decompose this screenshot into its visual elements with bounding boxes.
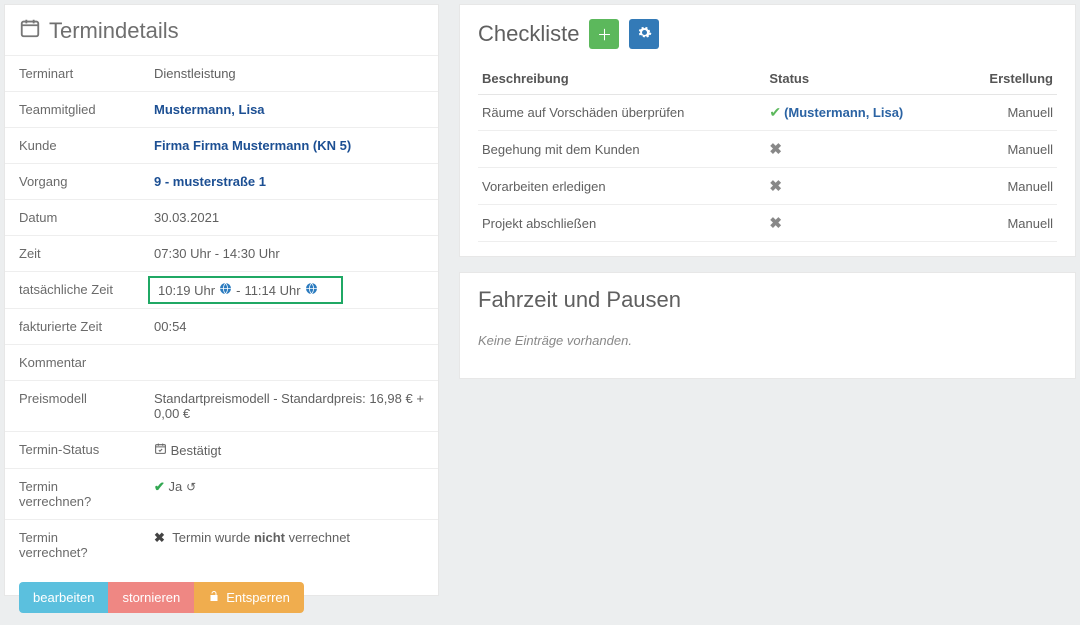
add-checklist-button[interactable]: ＋ bbox=[589, 19, 619, 49]
cl-by-link[interactable]: (Mustermann, Lisa) bbox=[784, 105, 903, 120]
label-vorgang: Vorgang bbox=[5, 164, 140, 200]
cl-desc: Vorarbeiten erledigen bbox=[478, 168, 765, 205]
status-text: Bestätigt bbox=[171, 443, 222, 458]
cl-creation: Manuell bbox=[959, 168, 1057, 205]
unlock-icon bbox=[208, 590, 220, 605]
label-datum: Datum bbox=[5, 200, 140, 236]
cl-desc: Begehung mit dem Kunden bbox=[478, 131, 765, 168]
unlock-button[interactable]: Entsperren bbox=[194, 582, 304, 613]
link-kunde[interactable]: Firma Firma Mustermann (KN 5) bbox=[154, 138, 351, 153]
x-icon: ✖ bbox=[154, 530, 165, 545]
cl-creation: Manuell bbox=[959, 95, 1057, 131]
value-zeit: 07:30 Uhr - 14:30 Uhr bbox=[140, 236, 438, 272]
travel-empty: Keine Einträge vorhanden. bbox=[478, 333, 1057, 348]
appointment-details-panel: Termindetails Terminart Dienstleistung T… bbox=[4, 4, 439, 596]
col-desc: Beschreibung bbox=[478, 63, 765, 95]
x-icon: ✖ bbox=[769, 141, 782, 158]
travel-panel: Fahrzeit und Pausen Keine Einträge vorha… bbox=[459, 272, 1076, 379]
value-verrechnen: ✔ Ja ↻ bbox=[140, 469, 438, 520]
cl-status: ✖ bbox=[765, 205, 959, 242]
label-team: Teammitglied bbox=[5, 92, 140, 128]
gear-icon bbox=[637, 25, 652, 44]
sync-icon[interactable]: ↻ bbox=[186, 480, 196, 494]
panel-title: Termindetails bbox=[5, 5, 438, 55]
label-fzeit: fakturierte Zeit bbox=[5, 309, 140, 345]
col-status: Status bbox=[765, 63, 959, 95]
value-fzeit: 00:54 bbox=[140, 309, 438, 345]
label-zeit: Zeit bbox=[5, 236, 140, 272]
check-icon: ✔ bbox=[154, 479, 165, 494]
edit-button[interactable]: bearbeiten bbox=[19, 582, 108, 613]
verrechnet-prefix: Termin wurde bbox=[172, 530, 254, 545]
value-terminart: Dienstleistung bbox=[140, 56, 438, 92]
travel-title: Fahrzeit und Pausen bbox=[478, 287, 1057, 313]
calendar-check-icon bbox=[154, 443, 171, 458]
cl-status: ✖ bbox=[765, 131, 959, 168]
x-icon: ✖ bbox=[769, 215, 782, 232]
label-tzeit: tatsächliche Zeit bbox=[5, 272, 140, 309]
globe-icon[interactable] bbox=[219, 282, 232, 298]
verrechnet-bold: nicht bbox=[254, 530, 285, 545]
checklist-table: Beschreibung Status Erstellung Räume auf… bbox=[478, 63, 1057, 242]
check-icon: ✔ bbox=[769, 104, 781, 120]
verrechnet-suffix: verrechnet bbox=[285, 530, 350, 545]
verrechnen-text: Ja bbox=[169, 479, 183, 494]
cl-status: ✔(Mustermann, Lisa) bbox=[765, 95, 959, 131]
label-status: Termin-Status bbox=[5, 432, 140, 469]
globe-icon[interactable] bbox=[305, 282, 318, 298]
action-buttons: bearbeiten stornieren Entsperren bbox=[5, 570, 438, 625]
x-icon: ✖ bbox=[769, 178, 782, 195]
label-kommentar: Kommentar bbox=[5, 345, 140, 381]
value-datum: 30.03.2021 bbox=[140, 200, 438, 236]
label-verrechnen: Termin verrechnen? bbox=[5, 469, 140, 520]
details-table: Terminart Dienstleistung Teammitglied Mu… bbox=[5, 55, 438, 570]
checklist-row[interactable]: Vorarbeiten erledigen ✖ Manuell bbox=[478, 168, 1057, 205]
cancel-button[interactable]: stornieren bbox=[108, 582, 194, 613]
plus-icon: ＋ bbox=[597, 24, 612, 45]
cl-status: ✖ bbox=[765, 168, 959, 205]
checklist-row[interactable]: Projekt abschließen ✖ Manuell bbox=[478, 205, 1057, 242]
checklist-title: Checkliste bbox=[478, 21, 579, 47]
label-preis: Preismodell bbox=[5, 381, 140, 432]
col-creation: Erstellung bbox=[959, 63, 1057, 95]
actual-time-end: 11:14 Uhr bbox=[244, 283, 300, 298]
checklist-panel: Checkliste ＋ Beschreibung Status Erstell… bbox=[459, 4, 1076, 257]
cl-desc: Projekt abschließen bbox=[478, 205, 765, 242]
value-kommentar bbox=[140, 345, 438, 381]
checklist-row[interactable]: Räume auf Vorschäden überprüfen ✔(Muster… bbox=[478, 95, 1057, 131]
actual-time-highlight: 10:19 Uhr - 11:14 Uhr bbox=[148, 276, 343, 304]
cl-creation: Manuell bbox=[959, 131, 1057, 168]
checklist-row[interactable]: Begehung mit dem Kunden ✖ Manuell bbox=[478, 131, 1057, 168]
label-verrechnet: Termin verrechnet? bbox=[5, 520, 140, 571]
panel-title-text: Termindetails bbox=[49, 18, 179, 44]
value-preis: Standartpreismodell - Standardpreis: 16,… bbox=[140, 381, 438, 432]
calendar-icon bbox=[19, 17, 41, 45]
cl-desc: Räume auf Vorschäden überprüfen bbox=[478, 95, 765, 131]
unlock-label: Entsperren bbox=[226, 590, 290, 605]
actual-time-start: 10:19 Uhr bbox=[158, 283, 215, 298]
cl-creation: Manuell bbox=[959, 205, 1057, 242]
label-kunde: Kunde bbox=[5, 128, 140, 164]
link-vorgang[interactable]: 9 - musterstraße 1 bbox=[154, 174, 266, 189]
actual-time-sep: - bbox=[236, 283, 240, 298]
label-terminart: Terminart bbox=[5, 56, 140, 92]
checklist-settings-button[interactable] bbox=[629, 19, 659, 49]
value-verrechnet: ✖ Termin wurde nicht verrechnet bbox=[140, 520, 438, 571]
value-status: Bestätigt bbox=[140, 432, 438, 469]
link-teammember[interactable]: Mustermann, Lisa bbox=[154, 102, 265, 117]
